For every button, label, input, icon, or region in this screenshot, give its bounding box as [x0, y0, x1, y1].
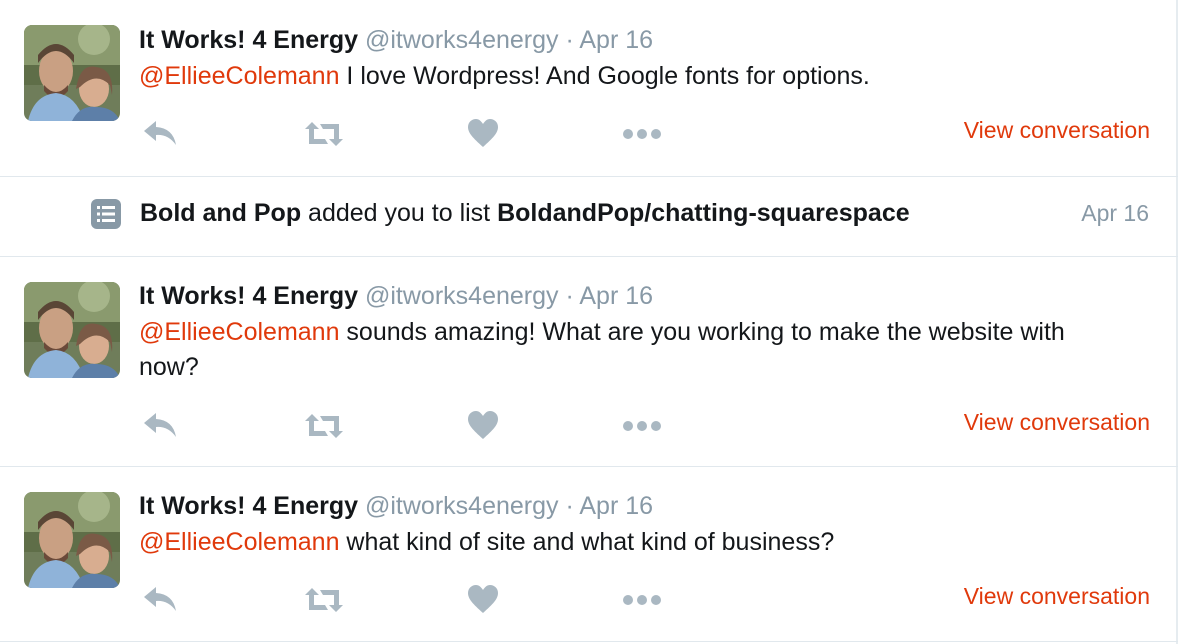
list-added-notification[interactable]: Bold and Pop added you to list BoldandPo…: [0, 178, 1176, 256]
tweet-text: @EllieeColemann sounds amazing! What are…: [139, 315, 1129, 385]
author-handle[interactable]: @itworks4energy: [365, 26, 559, 54]
tweet-header: It Works! 4 Energy @itworks4energy · Apr…: [139, 25, 653, 55]
author-handle[interactable]: @itworks4energy: [365, 492, 559, 520]
tweet-text: @EllieeColemann I love Wordpress! And Go…: [139, 59, 1149, 94]
more-icon[interactable]: [622, 593, 662, 611]
list-name-link[interactable]: BoldandPop/chatting-squarespace: [497, 199, 910, 227]
author-handle[interactable]: @itworks4energy: [365, 282, 559, 310]
author-name[interactable]: It Works! 4 Energy: [139, 492, 358, 520]
divider: [0, 176, 1178, 177]
like-icon[interactable]: [467, 410, 499, 445]
view-conversation-link[interactable]: View conversation: [964, 581, 1150, 611]
notification-timestamp: Apr 16: [1081, 200, 1149, 226]
divider: [0, 641, 1178, 642]
mention-link[interactable]: @EllieeColemann: [139, 528, 339, 556]
avatar[interactable]: [24, 25, 120, 121]
author-name[interactable]: It Works! 4 Energy: [139, 26, 358, 54]
tweet-actions: View conversation: [140, 115, 1150, 151]
separator-dot: ·: [565, 26, 574, 54]
avatar[interactable]: [24, 282, 120, 378]
tweet-text-content: what kind of site and what kind of busin…: [339, 528, 835, 556]
tweet-actions: View conversation: [140, 407, 1150, 443]
list-action-text: added you to list: [301, 199, 498, 227]
view-conversation-link[interactable]: View conversation: [964, 115, 1150, 145]
list-notification-text: Bold and Pop added you to list BoldandPo…: [140, 198, 910, 228]
tweet-timestamp[interactable]: Apr 16: [579, 282, 653, 310]
tweet-item[interactable]: It Works! 4 Energy @itworks4energy · Apr…: [0, 0, 1176, 176]
separator-dot: ·: [565, 492, 574, 520]
separator-dot: ·: [565, 282, 574, 310]
tweet-header: It Works! 4 Energy @itworks4energy · Apr…: [139, 281, 653, 311]
retweet-icon[interactable]: [303, 412, 345, 445]
tweet-text: @EllieeColemann what kind of site and wh…: [139, 525, 1149, 560]
actor-name[interactable]: Bold and Pop: [140, 199, 301, 227]
tweet-text-content: I love Wordpress! And Google fonts for o…: [339, 62, 870, 90]
avatar[interactable]: [24, 492, 120, 588]
view-conversation-link[interactable]: View conversation: [964, 407, 1150, 437]
like-icon[interactable]: [467, 118, 499, 153]
author-name[interactable]: It Works! 4 Energy: [139, 282, 358, 310]
list-icon: [91, 199, 121, 229]
more-icon[interactable]: [622, 127, 662, 145]
reply-icon[interactable]: [142, 584, 178, 619]
tweet-item[interactable]: It Works! 4 Energy @itworks4energy · Apr…: [0, 257, 1176, 465]
tweet-actions: View conversation: [140, 581, 1150, 617]
retweet-icon[interactable]: [303, 120, 345, 153]
like-icon[interactable]: [467, 584, 499, 619]
retweet-icon[interactable]: [303, 586, 345, 619]
more-icon[interactable]: [622, 419, 662, 437]
mention-link[interactable]: @EllieeColemann: [139, 318, 339, 346]
mention-link[interactable]: @EllieeColemann: [139, 62, 339, 90]
tweet-timestamp[interactable]: Apr 16: [579, 492, 653, 520]
reply-icon[interactable]: [142, 410, 178, 445]
tweet-header: It Works! 4 Energy @itworks4energy · Apr…: [139, 491, 653, 521]
notifications-feed: It Works! 4 Energy @itworks4energy · Apr…: [0, 0, 1178, 644]
tweet-item[interactable]: It Works! 4 Energy @itworks4energy · Apr…: [0, 467, 1176, 641]
reply-icon[interactable]: [142, 118, 178, 153]
tweet-timestamp[interactable]: Apr 16: [579, 26, 653, 54]
